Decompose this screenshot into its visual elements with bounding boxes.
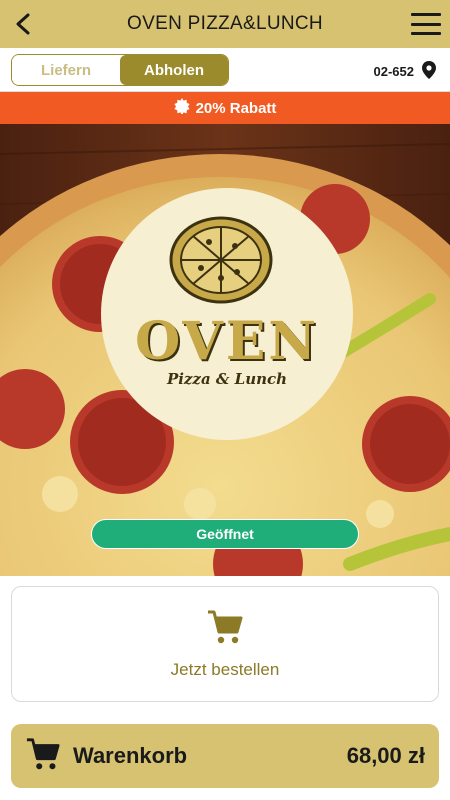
restaurant-logo: OVEN Pizza & Lunch — [101, 188, 353, 440]
tab-abholen[interactable]: Abholen — [120, 55, 228, 85]
status-badge: Geöffnet — [91, 519, 359, 549]
logo-subtitle: Pizza & Lunch — [166, 370, 288, 388]
contact-info[interactable]: 02-652 — [374, 61, 436, 82]
phone-number: 02-652 — [373, 64, 414, 79]
hero-pizza-image: OVEN Pizza & Lunch Geöffnet — [0, 124, 450, 576]
tab-liefern[interactable]: Liefern — [12, 55, 120, 85]
pizza-logo-icon — [169, 216, 273, 304]
cart-icon — [206, 609, 244, 650]
promo-text: 20% Rabatt — [195, 99, 277, 117]
page-title: OVEN PIZZA&LUNCH — [127, 13, 323, 34]
back-arrow-icon[interactable] — [10, 10, 38, 38]
hamburger-menu-icon[interactable] — [410, 10, 442, 38]
app-header: OVEN PIZZA&LUNCH — [0, 0, 450, 48]
order-now-label: Jetzt bestellen — [170, 659, 280, 679]
mode-bar: Liefern Abholen 02-652 — [0, 48, 450, 92]
badge-icon — [173, 98, 190, 118]
delivery-mode-toggle: Liefern Abholen — [11, 54, 229, 86]
cart-icon — [25, 737, 61, 776]
order-now-button[interactable]: Jetzt bestellen — [11, 586, 439, 702]
cart-total: 68,00 zł — [346, 743, 425, 768]
promo-banner: 20% Rabatt — [0, 92, 450, 124]
logo-title: OVEN — [135, 311, 319, 372]
location-pin-icon[interactable] — [422, 61, 436, 82]
cart-button[interactable]: Warenkorb 68,00 zł — [11, 724, 439, 788]
cart-label: Warenkorb — [73, 743, 188, 768]
